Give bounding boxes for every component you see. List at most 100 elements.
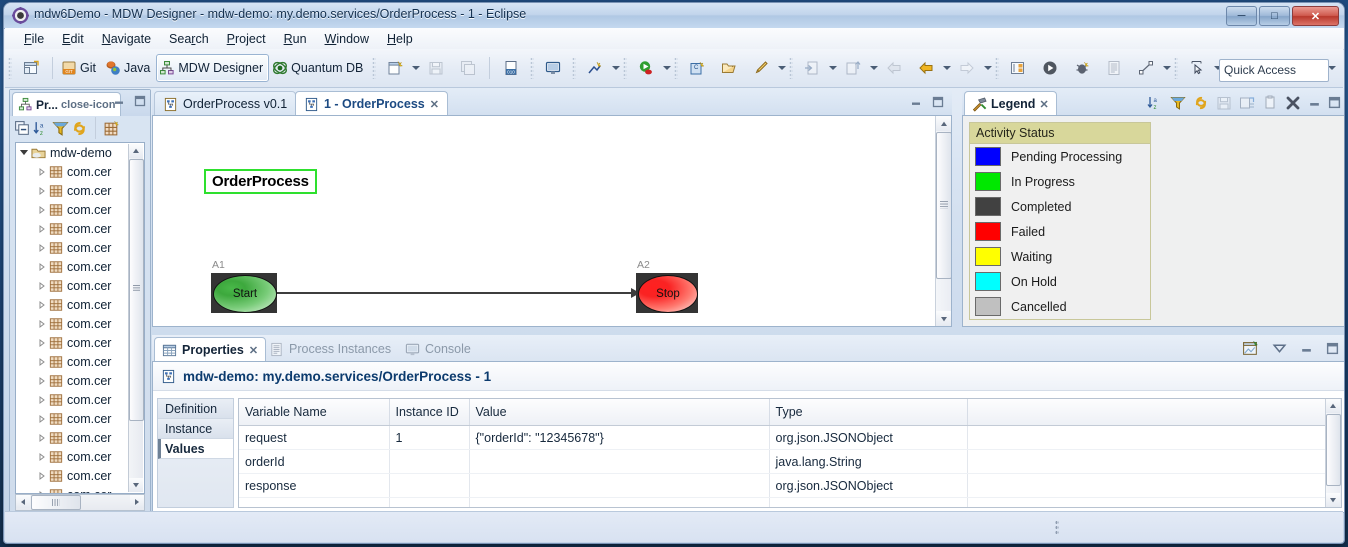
menu-search[interactable]: Search (160, 30, 218, 48)
project-tree-hscrollbar[interactable] (15, 494, 145, 511)
perspective-mdw-designer[interactable]: MDW Designer (156, 54, 270, 82)
menu-file[interactable]: File (15, 30, 53, 48)
new-wizard-dropdown[interactable] (411, 55, 420, 81)
activity-node-a1[interactable]: A1 Start (211, 259, 277, 313)
refresh-icon[interactable] (1193, 95, 1209, 111)
maximize-icon[interactable] (1328, 96, 1341, 109)
open-perspective-button[interactable] (15, 54, 47, 82)
close-icon[interactable]: ✕ (430, 98, 439, 111)
canvas-vscrollbar[interactable] (935, 116, 951, 326)
next-annotation-dropdown[interactable] (983, 55, 992, 81)
toolbar-grip-4[interactable] (572, 57, 577, 79)
scroll-left-arrow[interactable] (16, 495, 30, 508)
menu-run[interactable]: Run (275, 30, 316, 48)
new-properties-view-icon[interactable] (1242, 340, 1259, 357)
process-name-box[interactable]: OrderProcess (204, 169, 317, 194)
export-button[interactable] (837, 54, 869, 82)
variables-column-header[interactable]: Variable Name (239, 399, 390, 426)
back-button[interactable] (878, 54, 910, 82)
copy-icon[interactable] (1262, 95, 1278, 111)
table-row[interactable]: orderId java.lang.String (239, 449, 1341, 474)
expand-arrow-icon[interactable] (38, 412, 49, 426)
maximize-icon[interactable] (134, 95, 146, 107)
scroll-up-arrow[interactable] (129, 144, 143, 158)
tree-item-package[interactable]: com.cer (16, 466, 144, 485)
run-button[interactable] (630, 54, 662, 82)
maximize-button[interactable]: □ (1259, 6, 1290, 26)
expand-arrow-icon[interactable] (38, 165, 49, 179)
tree-item-package[interactable]: com.cer (16, 162, 144, 181)
expand-arrow-icon[interactable] (38, 336, 49, 350)
next-annotation-button[interactable] (951, 54, 983, 82)
project-tree-vscrollbar[interactable] (128, 144, 144, 492)
properties-side-tab-values[interactable]: Values (158, 439, 233, 459)
build-dropdown[interactable] (611, 55, 620, 81)
save-all-button[interactable] (452, 54, 484, 82)
tree-item-package[interactable]: com.cer (16, 238, 144, 257)
menu-window[interactable]: Window (316, 30, 378, 48)
tree-item-package[interactable]: com.cer (16, 409, 144, 428)
import-dropdown[interactable] (828, 55, 837, 81)
transition-button[interactable] (1130, 54, 1162, 82)
tree-item-package[interactable]: com.cer (16, 257, 144, 276)
tree-item-package[interactable]: com.cer (16, 333, 144, 352)
view-menu-icon[interactable] (1272, 341, 1287, 356)
tree-item-package[interactable]: com.cer (16, 352, 144, 371)
variables-grid[interactable]: Variable Name Instance ID Value Type reques… (238, 398, 1342, 508)
scroll-thumb[interactable] (936, 132, 951, 279)
new-file-010-button[interactable]: 010 (495, 54, 527, 82)
tab-properties[interactable]: Properties ✕ (154, 337, 267, 363)
link-with-editor-icon[interactable] (71, 120, 88, 137)
export-dropdown[interactable] (869, 55, 878, 81)
new-java-class-button[interactable]: C (681, 54, 713, 82)
tab-project-explorer[interactable]: Pr... close-icon (12, 92, 122, 116)
menu-project[interactable]: Project (218, 30, 275, 48)
tree-item-package[interactable]: com.cer (16, 390, 144, 409)
expand-arrow-icon[interactable] (38, 355, 49, 369)
editor-tab-1-orderprocess[interactable]: 1 - OrderProcess ✕ (295, 91, 448, 117)
tree-item-package[interactable]: com.cer (16, 371, 144, 390)
transition-dropdown[interactable] (1162, 55, 1171, 81)
mdw-package-icon[interactable] (103, 120, 120, 137)
tree-item-package[interactable]: com.cer (16, 447, 144, 466)
resize-grip-icon[interactable] (1055, 520, 1059, 535)
table-row[interactable]: request 1 {"orderId": "12345678"} org.json.… (239, 425, 1341, 450)
select-tool-button[interactable] (1181, 54, 1213, 82)
expand-arrow-icon[interactable] (38, 469, 49, 483)
scroll-up-arrow[interactable] (936, 116, 951, 131)
scroll-down-arrow[interactable] (1326, 493, 1340, 507)
close-button[interactable]: ✕ (1292, 6, 1339, 26)
new-wizard-button[interactable] (379, 54, 411, 82)
expand-arrow-icon[interactable] (38, 431, 49, 445)
toolbar-grip-8[interactable] (995, 57, 1000, 79)
minimize-icon[interactable] (910, 96, 922, 108)
process-diagram-canvas[interactable]: OrderProcess A1 Start A2 Stop (152, 115, 952, 327)
properties-side-tab-instance[interactable]: Instance (158, 419, 233, 439)
toolbar-grip-9[interactable] (1174, 57, 1179, 79)
build-button[interactable] (579, 54, 611, 82)
scroll-right-arrow[interactable] (130, 495, 144, 508)
expand-arrow-icon[interactable] (38, 203, 49, 217)
tree-item-package[interactable]: com.cer (16, 181, 144, 200)
variables-column-header[interactable]: Type (769, 399, 968, 426)
scroll-down-arrow[interactable] (129, 478, 143, 492)
scroll-up-arrow[interactable] (1326, 399, 1340, 413)
tree-item-package[interactable]: com.cer (16, 314, 144, 333)
export-icon[interactable] (1239, 95, 1255, 111)
variables-column-header[interactable] (967, 399, 1341, 426)
tab-legend[interactable]: Legend ✕ (964, 91, 1057, 117)
toolbar-grip[interactable] (8, 57, 12, 79)
import-button[interactable] (796, 54, 828, 82)
toolbar-grip-6[interactable] (674, 57, 679, 79)
expand-arrow-icon[interactable] (38, 184, 49, 198)
console-toolbar-button[interactable] (537, 54, 569, 82)
expand-arrow-icon[interactable] (38, 222, 49, 236)
tree-item-package[interactable]: com.cer (16, 200, 144, 219)
run-dropdown[interactable] (662, 55, 671, 81)
close-icon[interactable]: ✕ (249, 344, 258, 357)
perspective-java[interactable]: Java (102, 54, 156, 82)
filter-icon[interactable] (1170, 95, 1186, 111)
debug-button[interactable] (1066, 54, 1098, 82)
menu-edit[interactable]: Edit (53, 30, 93, 48)
save-icon[interactable] (1216, 95, 1232, 111)
